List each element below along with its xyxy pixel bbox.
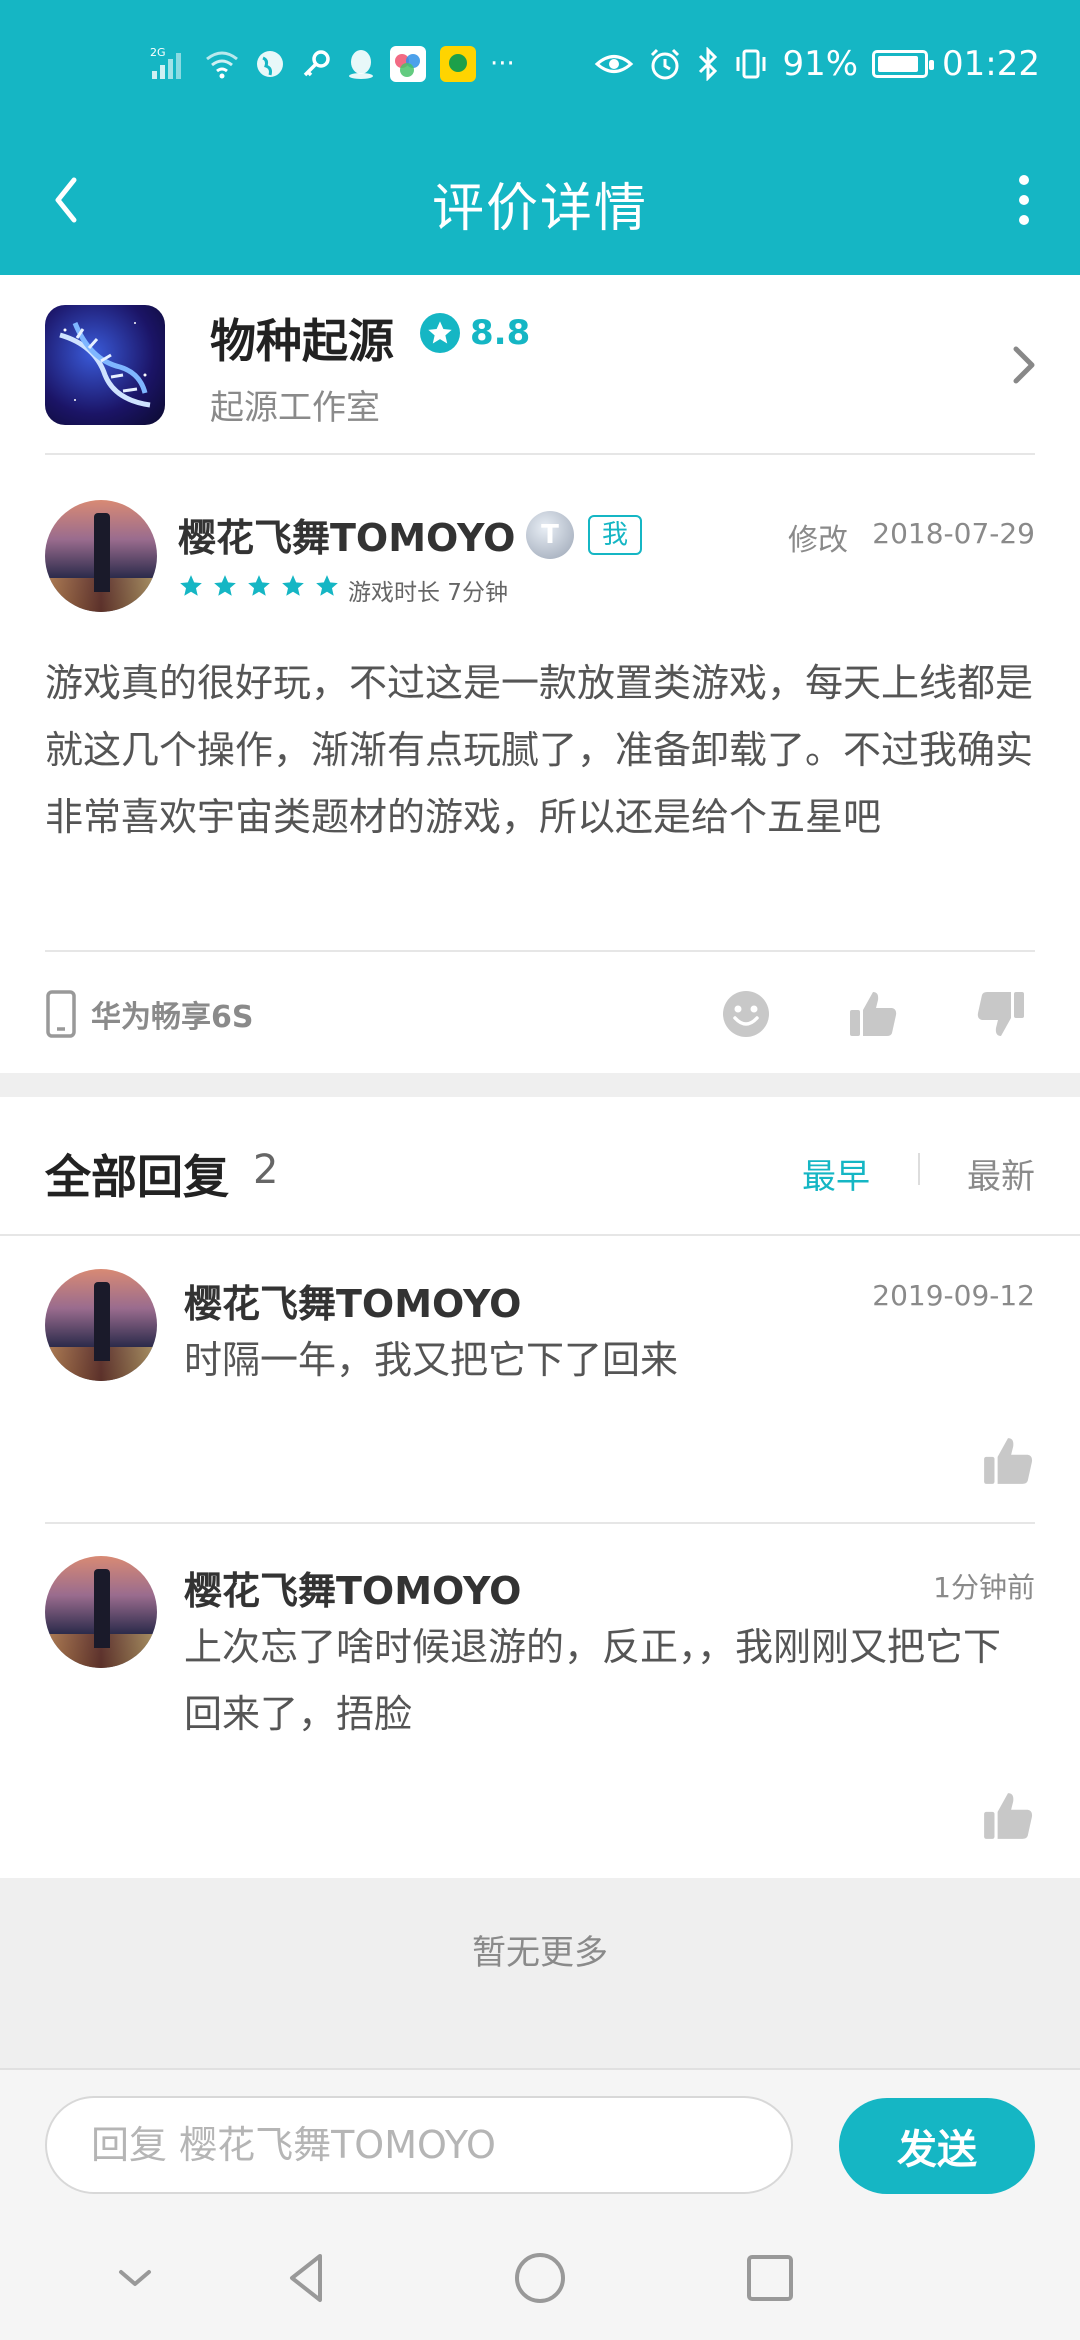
review-footer: 华为畅享6S bbox=[0, 950, 1080, 1070]
wifi-icon bbox=[206, 51, 238, 79]
level-badge: T bbox=[526, 511, 574, 559]
divider bbox=[0, 1234, 1080, 1236]
chevron-right-icon bbox=[1013, 346, 1035, 384]
battery-percent: 91% bbox=[782, 44, 859, 84]
more-dot-icon bbox=[1019, 175, 1029, 185]
avatar[interactable] bbox=[45, 1269, 157, 1381]
page-title: 评价详情 bbox=[431, 179, 648, 239]
reviewer-name[interactable]: 樱花飞舞TOMOYO bbox=[178, 507, 515, 562]
game-name: 物种起源 bbox=[210, 314, 394, 368]
cloud-app-icon bbox=[390, 46, 426, 82]
reply-time: 1分钟前 bbox=[933, 1571, 1035, 1604]
thumbs-up-icon[interactable] bbox=[981, 1434, 1035, 1488]
thumbs-up-icon[interactable] bbox=[981, 1789, 1035, 1843]
star-icon bbox=[316, 575, 338, 596]
eye-icon bbox=[595, 55, 634, 73]
key-icon bbox=[303, 50, 330, 77]
nav-recents-icon[interactable] bbox=[740, 2248, 800, 2308]
sort-divider bbox=[918, 1153, 920, 1185]
thumbs-up-icon[interactable] bbox=[847, 988, 899, 1040]
signal-icon: 2G bbox=[150, 47, 181, 79]
play-time: 游戏时长 7分钟 bbox=[348, 580, 508, 606]
reply-bar: 发送 bbox=[0, 2068, 1080, 2216]
star-rating bbox=[178, 573, 340, 599]
sort-earliest-tab[interactable]: 最早 bbox=[802, 1149, 870, 1198]
replies-count: 2 bbox=[253, 1147, 279, 1193]
reply-item: 樱花飞舞TOMOYO 1分钟前 上次忘了啥时候退游的，反正，，我刚刚又把它下回来… bbox=[0, 1524, 1080, 1878]
edit-review-link[interactable]: 修改 bbox=[788, 515, 848, 559]
review-text: 游戏真的很好玩，不过这是一款放置类游戏，每天上线都是就这几个操作，渐渐有点玩腻了… bbox=[45, 661, 1034, 839]
reply-item: 樱花飞舞TOMOYO 2019-09-12 时隔一年，我又把它下了回来 bbox=[0, 1237, 1080, 1524]
rating-score: 8.8 bbox=[470, 313, 531, 353]
me-badge: 我 bbox=[588, 515, 643, 555]
reply-input[interactable] bbox=[45, 2096, 793, 2194]
game-icon bbox=[45, 305, 165, 425]
replies-title: 全部回复 bbox=[45, 1150, 229, 1204]
clock-time: 01:22 bbox=[942, 44, 1040, 84]
avatar[interactable] bbox=[45, 1556, 157, 1668]
music-app-icon bbox=[440, 46, 476, 82]
status-left-icons: 2G ··· bbox=[150, 46, 515, 82]
app-bar: 评价详情 bbox=[0, 130, 1080, 275]
phone-icon bbox=[46, 990, 76, 1038]
nav-back-icon[interactable] bbox=[278, 2248, 338, 2308]
more-options-button[interactable] bbox=[994, 160, 1054, 240]
globe-icon bbox=[257, 51, 283, 77]
star-icon bbox=[180, 575, 202, 596]
avatar[interactable] bbox=[45, 500, 157, 612]
star-icon bbox=[248, 575, 270, 596]
sort-latest-tab[interactable]: 最新 bbox=[967, 1149, 1035, 1198]
reply-text: 上次忘了啥时候退游的，反正，，我刚刚又把它下回来了，捂脸 bbox=[184, 1625, 1002, 1736]
section-gap bbox=[0, 1073, 1080, 1097]
status-right-icons: 91% 01:22 bbox=[594, 44, 1040, 84]
device-info: 华为畅享6S bbox=[45, 990, 253, 1038]
game-rating: 8.8 bbox=[420, 313, 530, 353]
review-date: 2018-07-29 bbox=[872, 517, 1035, 550]
reply-text: 时隔一年，我又把它下了回来 bbox=[184, 1338, 679, 1382]
replies-header: 全部回复 2 最早 最新 bbox=[0, 1097, 1080, 1237]
qq-icon bbox=[349, 50, 373, 79]
battery-level-fill bbox=[878, 56, 919, 72]
send-button[interactable]: 发送 bbox=[839, 2098, 1035, 2194]
star-icon bbox=[282, 575, 304, 596]
bluetooth-icon bbox=[699, 47, 718, 81]
alarm-icon bbox=[651, 48, 680, 80]
game-header[interactable]: 物种起源 8.8 起源工作室 bbox=[0, 275, 1080, 455]
thumbs-down-icon[interactable] bbox=[975, 988, 1027, 1040]
battery-icon bbox=[872, 50, 935, 78]
reply-author[interactable]: 樱花飞舞TOMOYO bbox=[184, 1273, 521, 1328]
review-card: 樱花飞舞TOMOYO T 我 修改 2018-07-29 游戏时长 7分钟 游戏… bbox=[0, 455, 1080, 1075]
dna-helix-icon bbox=[59, 322, 151, 408]
device-name: 华为畅享6S bbox=[91, 1000, 254, 1035]
star-icon bbox=[214, 575, 236, 596]
emoji-reaction-icon[interactable] bbox=[720, 988, 772, 1040]
more-dot-icon bbox=[1019, 215, 1029, 225]
chevron-down-icon[interactable] bbox=[105, 2248, 165, 2308]
more-notifications-label: ··· bbox=[490, 49, 515, 79]
rating-star-icon bbox=[420, 313, 460, 353]
game-developer: 起源工作室 bbox=[210, 388, 380, 428]
more-dot-icon bbox=[1019, 195, 1029, 205]
vibrate-icon bbox=[736, 49, 766, 79]
nav-home-icon[interactable] bbox=[510, 2248, 570, 2308]
system-nav-bar bbox=[0, 2216, 1080, 2340]
status-bar: 2G ··· 91% 01:22 bbox=[0, 0, 1080, 130]
reply-author[interactable]: 樱花飞舞TOMOYO bbox=[184, 1560, 521, 1615]
no-more-label: 暂无更多 bbox=[0, 1878, 1080, 2068]
network-type-label: 2G bbox=[150, 47, 166, 59]
reply-time: 2019-09-12 bbox=[872, 1279, 1035, 1312]
